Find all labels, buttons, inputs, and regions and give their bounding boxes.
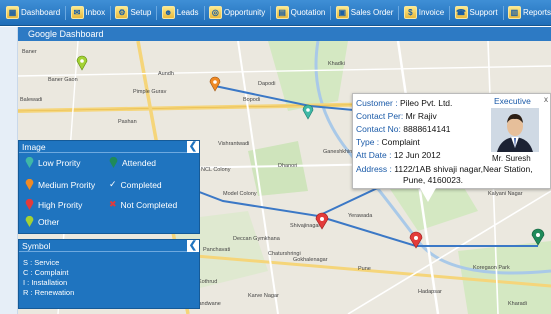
toolbar-leads[interactable]: ☻ Leads bbox=[161, 6, 199, 19]
opportunity-icon: ◎ bbox=[208, 6, 222, 19]
map-marker-medium[interactable] bbox=[209, 76, 221, 92]
support-icon: ☎ bbox=[454, 6, 468, 19]
executive-name: Mr. Suresh bbox=[492, 154, 531, 163]
map-label: Khadki bbox=[328, 61, 345, 67]
check-icon: ✓ bbox=[109, 179, 117, 189]
symbol-installation: I : Installation bbox=[23, 278, 68, 287]
collapse-symbol-panel-button[interactable]: ❮ bbox=[187, 240, 199, 252]
red-pin-icon bbox=[25, 199, 34, 210]
info-address: Address : 1122/1AB shivaji nagar,Near St… bbox=[356, 164, 533, 174]
dashboard-icon: ▦ bbox=[6, 6, 19, 19]
map-label: Koregaon Park bbox=[473, 265, 510, 271]
map-label: Pimple Gurav bbox=[133, 89, 167, 95]
info-contact-person: Contact Per: Mr Rajiv bbox=[356, 111, 437, 121]
toolbar-sales-order[interactable]: ▣ Sales Order bbox=[335, 6, 393, 19]
symbol-service: S : Service bbox=[23, 258, 60, 267]
map-marker-high[interactable] bbox=[409, 231, 423, 249]
info-attended-date: Att Date : 12 Jun 2012 bbox=[356, 150, 441, 160]
inbox-icon: ✉ bbox=[70, 6, 84, 19]
map-label: Pashan bbox=[118, 119, 137, 125]
orange-pin-icon bbox=[25, 179, 34, 190]
map-label: Pune bbox=[358, 266, 371, 272]
map-label: Deccan Gymkhana bbox=[233, 236, 280, 242]
toolbar-invoice[interactable]: $ Invoice bbox=[403, 6, 444, 19]
legend-completed: ✓ Completed bbox=[109, 179, 162, 190]
toolbar-quotation[interactable]: ▤ Quotation bbox=[275, 6, 325, 19]
map-label: Gokhalenagar bbox=[293, 257, 328, 263]
map-label: Balewadi bbox=[20, 97, 43, 103]
map-label: Vishrantwadi bbox=[218, 141, 250, 147]
toolbar-dashboard[interactable]: ▦ Dashboard bbox=[6, 6, 60, 19]
close-icon[interactable]: x bbox=[544, 95, 548, 104]
map-label: Kothrud bbox=[198, 279, 218, 285]
map-marker-attended[interactable] bbox=[531, 228, 545, 246]
legend-other: Other bbox=[25, 216, 59, 227]
legend-not-completed: ✖ Not Completed bbox=[109, 199, 178, 210]
toolbar-inbox[interactable]: ✉ Inbox bbox=[70, 6, 105, 19]
map-label: NCL Colony bbox=[201, 167, 231, 173]
map-label: Hadapsar bbox=[418, 289, 442, 295]
toolbar-reports[interactable]: ▥ Reports bbox=[507, 6, 551, 19]
map-label: Yerawada bbox=[348, 213, 373, 219]
toolbar-support[interactable]: ☎ Support bbox=[454, 6, 498, 19]
legend-low-priority: Low Prority bbox=[25, 157, 81, 168]
legend-high-priority: High Prority bbox=[25, 199, 82, 210]
map-marker-low[interactable] bbox=[302, 104, 314, 120]
map-label: Model Colony bbox=[223, 191, 257, 197]
executive-title: Executive bbox=[494, 96, 531, 106]
map-marker-other[interactable] bbox=[76, 55, 88, 71]
map-label: Kharadi bbox=[508, 301, 527, 307]
map-label: Kalyani Nagar bbox=[488, 191, 523, 197]
map-label: Panchavati bbox=[203, 247, 231, 253]
symbol-panel-header: Symbol ❮ bbox=[19, 240, 199, 252]
green-pin-icon bbox=[25, 216, 34, 227]
map-label: Dapodi bbox=[258, 81, 276, 87]
page-title: Google Dashboard bbox=[18, 27, 551, 41]
sales-order-icon: ▣ bbox=[335, 6, 349, 19]
teal-pin-icon bbox=[25, 157, 34, 168]
executive-photo bbox=[491, 108, 539, 152]
legend-medium-priority: Medium Prority bbox=[25, 179, 95, 190]
map-label: Ganeshkhind bbox=[323, 149, 356, 155]
invoice-icon: $ bbox=[403, 6, 417, 19]
dark-green-pin-icon bbox=[109, 157, 118, 168]
info-address-line-2: Pune, 4160023. bbox=[403, 175, 464, 185]
map-label: Dhanori bbox=[278, 163, 298, 169]
collapse-image-panel-button[interactable]: ❮ bbox=[187, 141, 199, 153]
map-label: Aundh bbox=[158, 71, 174, 77]
cross-icon: ✖ bbox=[109, 199, 117, 209]
main-toolbar: ▦ Dashboard ✉ Inbox ⚙ Setup ☻ Leads ◎ Opportu… bbox=[0, 0, 551, 26]
info-type: Type : Complaint bbox=[356, 137, 420, 147]
map-label: Karve Nagar bbox=[248, 293, 279, 299]
reports-icon: ▥ bbox=[507, 6, 521, 19]
info-contact-number: Contact No: 8888614141 bbox=[356, 124, 451, 134]
map-label: Baner bbox=[22, 49, 37, 55]
leads-icon: ☻ bbox=[161, 6, 175, 19]
info-customer: Customer : Pileo Pvt. Ltd. bbox=[356, 98, 453, 108]
setup-icon: ⚙ bbox=[115, 6, 129, 19]
toolbar-opportunity[interactable]: ◎ Opportunity bbox=[208, 6, 265, 19]
map-label: Baner Gaon bbox=[48, 77, 78, 83]
symbol-legend-panel: Symbol ❮ S : Service C : Complaint I : I… bbox=[18, 239, 200, 309]
map-label: Bopodi bbox=[243, 97, 261, 103]
symbol-renewation: R : Renewation bbox=[23, 288, 75, 297]
legend-attended: Attended bbox=[109, 157, 156, 168]
image-panel-header: Image ❮ bbox=[19, 141, 199, 153]
left-gutter bbox=[0, 27, 18, 314]
map-marker-high[interactable] bbox=[315, 212, 329, 230]
quotation-icon: ▤ bbox=[275, 6, 289, 19]
symbol-complaint: C : Complaint bbox=[23, 268, 69, 277]
customer-info-popup: Customer : Pileo Pvt. Ltd. Contact Per: … bbox=[352, 93, 551, 189]
toolbar-setup[interactable]: ⚙ Setup bbox=[115, 6, 151, 19]
popup-pointer bbox=[420, 188, 436, 202]
image-legend-panel: Image ❮ Low Prority Medium Prority High … bbox=[18, 140, 200, 234]
